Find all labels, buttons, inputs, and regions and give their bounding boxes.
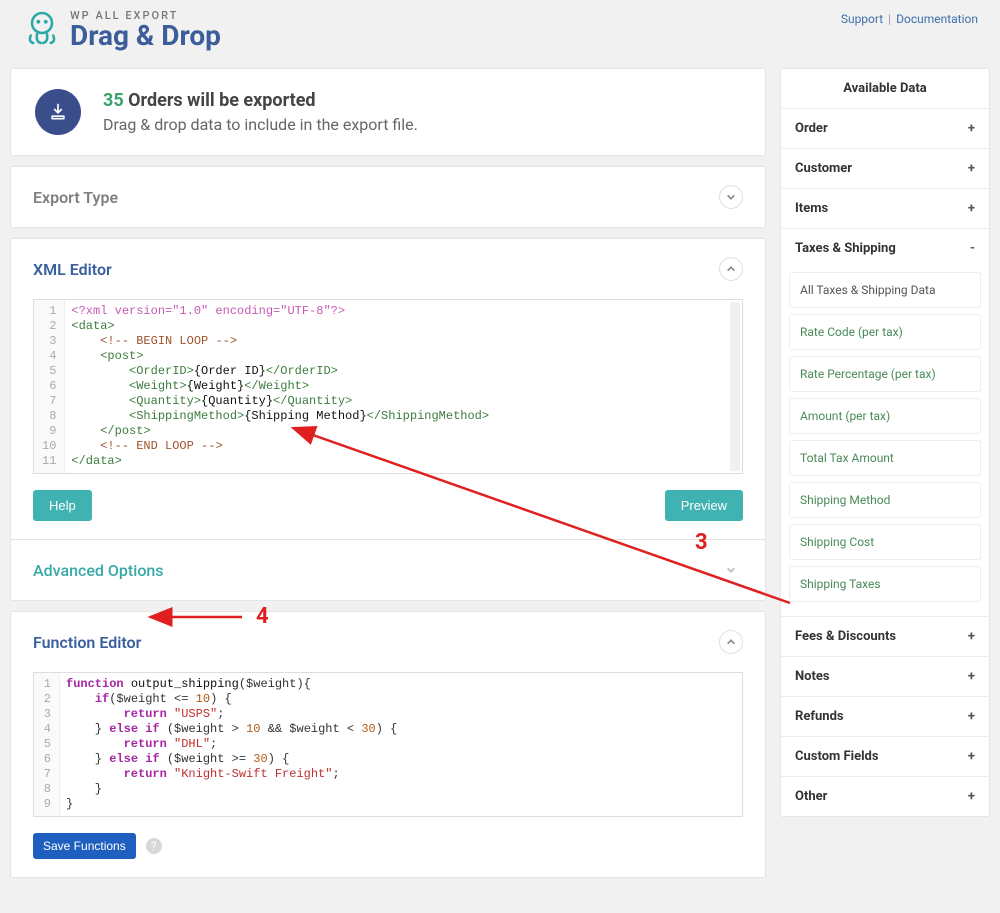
data-group-fees-discounts[interactable]: Fees & Discounts +	[781, 616, 989, 656]
plus-icon: +	[968, 749, 975, 764]
data-group-label: Fees & Discounts	[795, 629, 896, 644]
data-group-other[interactable]: Other +	[781, 776, 989, 816]
data-group-body: All Taxes & Shipping Data Rate Code (per …	[781, 268, 989, 616]
plus-icon: +	[968, 121, 975, 136]
brand-block: WP ALL EXPORT Drag & Drop	[22, 8, 221, 52]
help-button[interactable]: Help	[33, 490, 92, 521]
function-editor-title: Function Editor	[33, 633, 141, 652]
export-subtitle: Drag & drop data to include in the expor…	[103, 115, 418, 134]
documentation-link[interactable]: Documentation	[896, 12, 978, 26]
plus-icon: +	[968, 669, 975, 684]
data-group-notes[interactable]: Notes +	[781, 656, 989, 696]
data-group-order[interactable]: Order +	[781, 109, 989, 148]
data-group-items[interactable]: Items +	[781, 188, 989, 228]
plus-icon: +	[968, 629, 975, 644]
data-field-rate-percentage-per-tax-[interactable]: Rate Percentage (per tax)	[789, 356, 981, 392]
advanced-options-panel[interactable]: Advanced Options	[10, 539, 766, 601]
page-title: Drag & Drop	[70, 21, 221, 50]
xml-editor-title: XML Editor	[33, 260, 112, 279]
plus-icon: +	[968, 789, 975, 804]
collapse-toggle[interactable]	[719, 257, 743, 281]
preview-button[interactable]: Preview	[665, 490, 743, 521]
function-editor-panel: Function Editor 123456789 function outpu…	[10, 611, 766, 878]
data-field-shipping-cost[interactable]: Shipping Cost	[789, 524, 981, 560]
data-group-label: Refunds	[795, 709, 844, 724]
data-group-label: Custom Fields	[795, 749, 879, 764]
data-group-customer[interactable]: Customer +	[781, 148, 989, 188]
data-field-shipping-taxes[interactable]: Shipping Taxes	[789, 566, 981, 602]
export-count-title: 35 Orders will be exported	[103, 90, 418, 111]
data-field-shipping-method[interactable]: Shipping Method	[789, 482, 981, 518]
data-group-label: Notes	[795, 669, 830, 684]
data-group-custom-fields[interactable]: Custom Fields +	[781, 736, 989, 776]
data-group-label: Customer	[795, 161, 852, 176]
function-code-editor[interactable]: 123456789 function output_shipping($weig…	[33, 672, 743, 817]
support-link[interactable]: Support	[841, 12, 883, 26]
data-field-amount-per-tax-[interactable]: Amount (per tax)	[789, 398, 981, 434]
export-type-panel: Export Type	[10, 166, 766, 228]
save-functions-button[interactable]: Save Functions	[33, 833, 136, 859]
chevron-down-icon[interactable]	[719, 558, 743, 582]
data-group-label: Items	[795, 201, 828, 216]
plus-icon: +	[968, 161, 975, 176]
available-data-title: Available Data	[781, 69, 989, 109]
header-links: Support | Documentation	[841, 12, 978, 26]
xml-editor-panel: XML Editor 1234567891011 <?xml version="…	[10, 238, 766, 540]
export-info-panel: 35 Orders will be exported Drag & drop d…	[10, 68, 766, 156]
data-field-all-taxes-shipping-data[interactable]: All Taxes & Shipping Data	[789, 272, 981, 308]
advanced-options-title: Advanced Options	[33, 561, 164, 580]
brand-logo-icon	[22, 8, 62, 52]
data-group-label: Taxes & Shipping	[795, 241, 896, 256]
data-group-taxes-shipping[interactable]: Taxes & Shipping -	[781, 228, 989, 268]
xml-code-editor[interactable]: 1234567891011 <?xml version="1.0" encodi…	[33, 299, 743, 474]
data-field-total-tax-amount[interactable]: Total Tax Amount	[789, 440, 981, 476]
help-icon[interactable]: ?	[146, 838, 162, 854]
data-field-rate-code-per-tax-[interactable]: Rate Code (per tax)	[789, 314, 981, 350]
data-group-refunds[interactable]: Refunds +	[781, 696, 989, 736]
data-group-label: Order	[795, 121, 828, 136]
collapse-toggle[interactable]	[719, 185, 743, 209]
available-data-panel: Available Data Order +Customer +Items +T…	[780, 68, 990, 817]
plus-icon: +	[968, 201, 975, 216]
scrollbar[interactable]	[730, 302, 740, 471]
export-type-title: Export Type	[33, 188, 118, 207]
download-icon	[35, 89, 81, 135]
minus-icon: -	[970, 241, 975, 256]
collapse-toggle[interactable]	[719, 630, 743, 654]
data-group-label: Other	[795, 789, 827, 804]
plus-icon: +	[968, 709, 975, 724]
